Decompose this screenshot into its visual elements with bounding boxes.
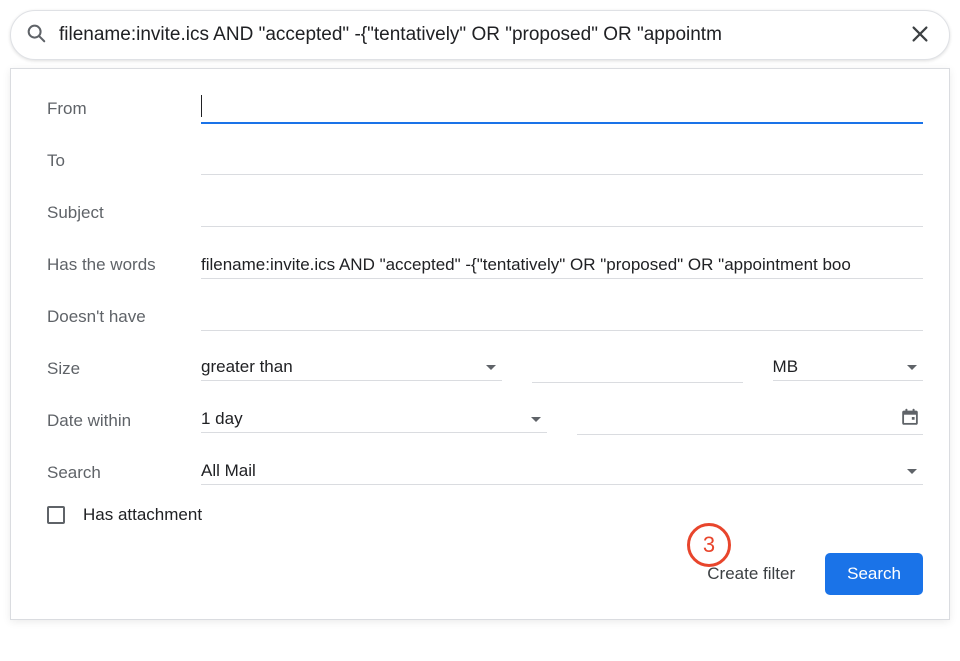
date-within-row: Date within 1 day — [47, 399, 923, 443]
doesnt-have-label: Doesn't have — [47, 307, 201, 327]
search-scope-label: Search — [47, 463, 201, 483]
doesnt-have-input[interactable] — [201, 303, 923, 331]
search-icon — [25, 22, 47, 49]
search-scope-row: Search All Mail — [47, 451, 923, 495]
search-button[interactable]: Search — [825, 553, 923, 595]
footer-actions: Create filter Search — [47, 553, 923, 595]
step-number: 3 — [703, 532, 715, 558]
from-label: From — [47, 99, 201, 119]
subject-label: Subject — [47, 203, 201, 223]
has-words-input[interactable] — [201, 251, 923, 279]
has-attachment-row: Has attachment — [47, 505, 923, 525]
size-label: Size — [47, 359, 201, 379]
size-unit-select[interactable]: MB — [773, 357, 923, 381]
search-scope-value: All Mail — [201, 461, 907, 481]
size-amount-input[interactable] — [532, 355, 743, 383]
subject-input[interactable] — [201, 199, 923, 227]
create-filter-button[interactable]: Create filter — [707, 564, 795, 584]
doesnt-have-row: Doesn't have — [47, 295, 923, 339]
date-within-label: Date within — [47, 411, 201, 431]
has-words-label: Has the words — [47, 255, 201, 275]
search-bar — [10, 10, 950, 60]
search-filter-panel: From To Subject Has the words — [10, 68, 950, 620]
chevron-down-icon — [907, 365, 917, 370]
date-picker-input[interactable] — [577, 408, 923, 435]
size-unit-value: MB — [773, 357, 907, 377]
size-row: Size greater than MB — [47, 347, 923, 391]
search-input[interactable] — [59, 24, 905, 46]
from-row: From — [47, 87, 923, 131]
to-input[interactable] — [201, 147, 923, 175]
chevron-down-icon — [486, 365, 496, 370]
chevron-down-icon — [531, 417, 541, 422]
calendar-icon — [899, 406, 921, 433]
close-icon — [909, 23, 931, 48]
from-input[interactable] — [201, 95, 923, 124]
subject-row: Subject — [47, 191, 923, 235]
step-annotation: 3 — [687, 523, 731, 567]
has-attachment-label: Has attachment — [83, 505, 202, 525]
date-range-value: 1 day — [201, 409, 531, 429]
date-range-select[interactable]: 1 day — [201, 409, 547, 433]
chevron-down-icon — [907, 469, 917, 474]
size-comparator-value: greater than — [201, 357, 486, 377]
to-label: To — [47, 151, 201, 171]
has-attachment-checkbox[interactable] — [47, 506, 65, 524]
clear-search-button[interactable] — [905, 19, 935, 52]
size-comparator-select[interactable]: greater than — [201, 357, 502, 381]
search-scope-select[interactable]: All Mail — [201, 461, 923, 485]
has-words-row: Has the words — [47, 243, 923, 287]
to-row: To — [47, 139, 923, 183]
text-cursor — [201, 95, 202, 117]
